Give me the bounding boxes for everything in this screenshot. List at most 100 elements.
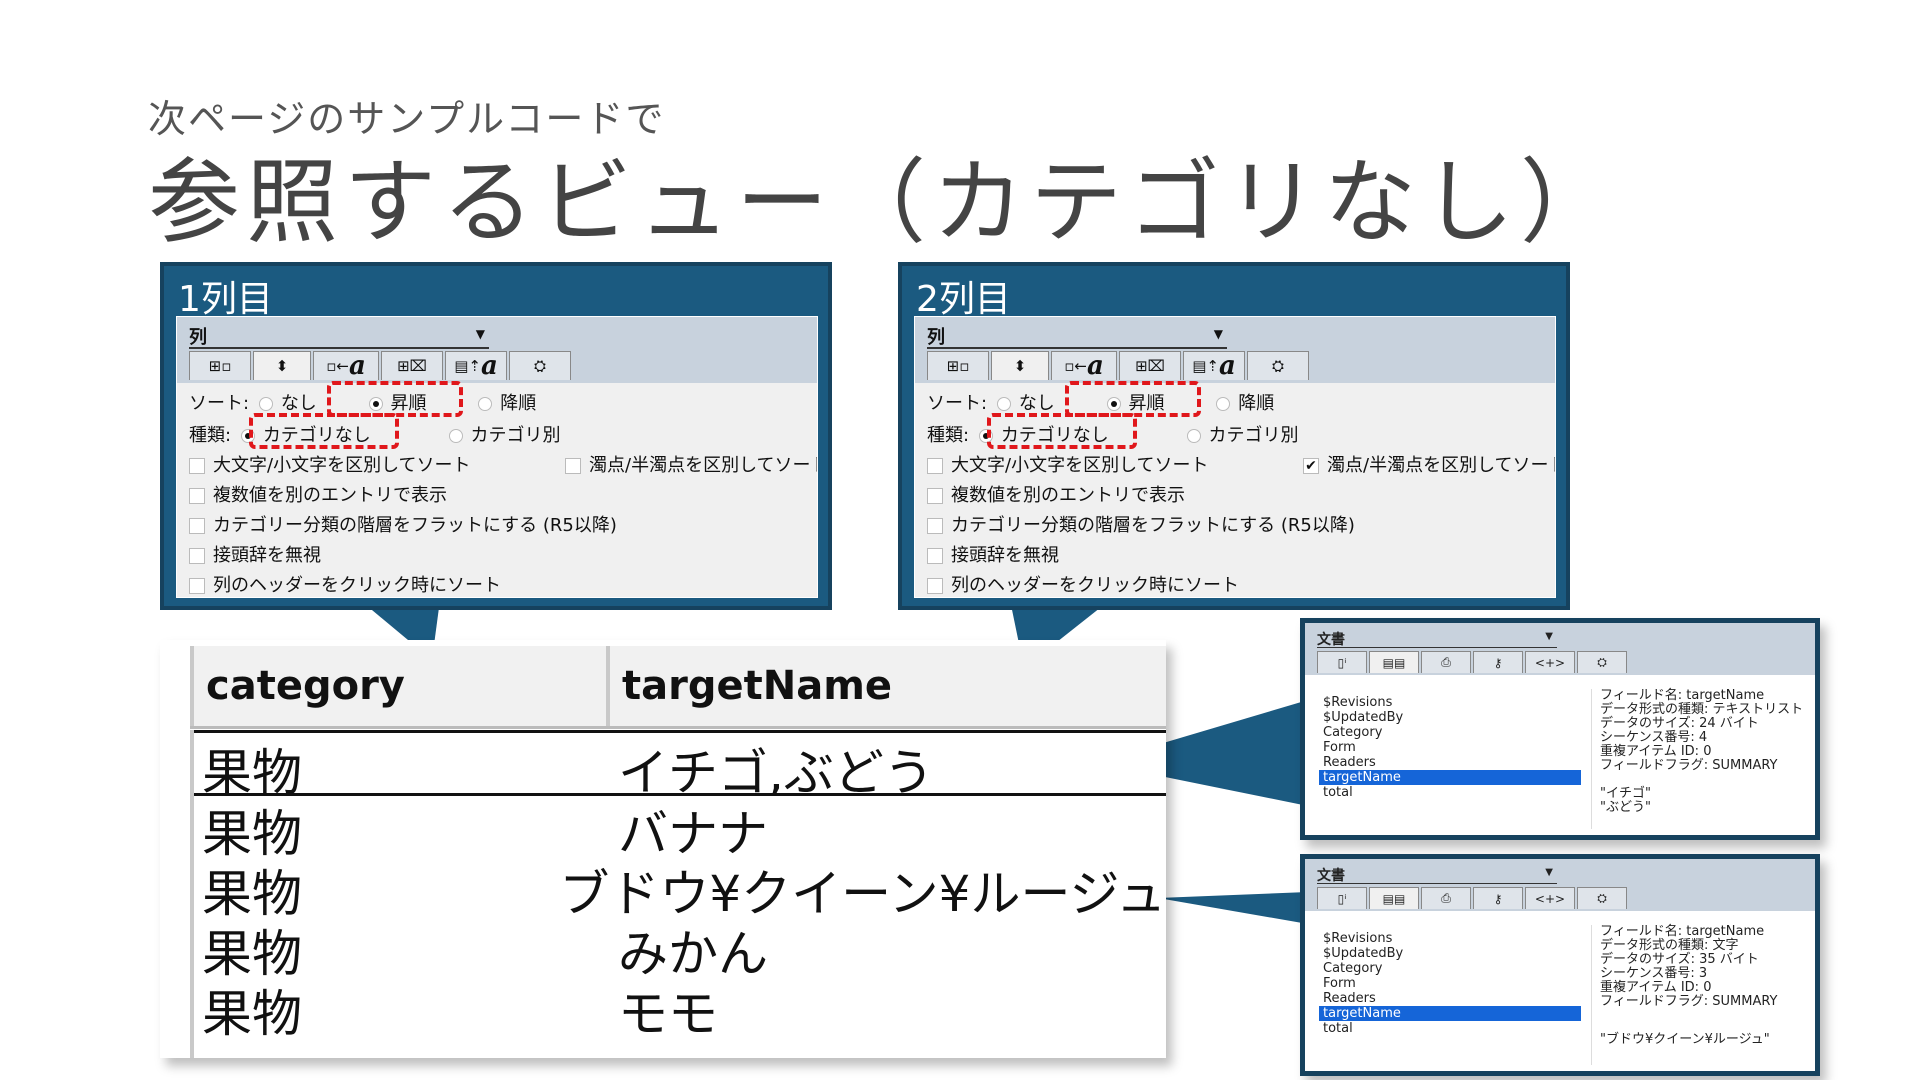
checkbox-case-sensitive[interactable] — [927, 458, 943, 474]
document-type-dropdown[interactable]: 文書 ▼ — [1317, 629, 1557, 648]
table-row[interactable]: 果物 モモ — [194, 974, 1166, 1043]
field-value: "ぶどう" — [1600, 800, 1651, 815]
checkbox-case-sensitive[interactable] — [189, 458, 205, 474]
checkbox-click-header-sort[interactable] — [927, 578, 943, 594]
list-item[interactable]: Category — [1319, 725, 1581, 740]
radio-type-categorized[interactable] — [1186, 429, 1201, 443]
checkbox-accent-sensitive[interactable] — [565, 458, 581, 474]
tab-fields-icon[interactable]: ▤▤ — [1369, 887, 1419, 909]
column-header-targetname[interactable]: targetName — [606, 646, 1166, 726]
radio-type-categorized[interactable] — [448, 429, 463, 443]
checkbox-flatten-categories[interactable] — [927, 518, 943, 534]
list-item[interactable]: Form — [1319, 740, 1581, 755]
tab-html-icon[interactable]: <+> — [1525, 651, 1575, 673]
type-label: 種類: — [189, 425, 232, 446]
table-header: category targetName — [190, 646, 1166, 729]
field-list: $Revisions $UpdatedBy Category Form Read… — [1319, 931, 1581, 1036]
list-item[interactable]: total — [1319, 785, 1581, 800]
column-panel-heading: 2列目 — [916, 279, 1011, 320]
list-item[interactable]: Readers — [1319, 991, 1581, 1006]
tab-info-icon[interactable]: ▯ⁱ — [1317, 887, 1367, 909]
radio-sort-descending[interactable] — [478, 397, 493, 411]
tab-title-font-icon[interactable]: ▤⇡ a — [445, 351, 507, 380]
tab-print-icon[interactable]: ⎙ — [1421, 651, 1471, 673]
list-item[interactable]: Readers — [1319, 755, 1581, 770]
tab-security-icon[interactable]: ⛭ — [1577, 887, 1627, 909]
chevron-down-icon: ▼ — [475, 327, 485, 341]
list-item[interactable]: Category — [1319, 961, 1581, 976]
document-properties-2: 文書 ▼ ▯ⁱ ▤▤ ⎙ ⚷ <+> ⛭ $Revisions $UpdatedB… — [1300, 854, 1820, 1076]
tab-advanced-icon[interactable]: ⛭ — [1247, 351, 1309, 380]
tab-font-icon[interactable]: ▫← a — [313, 351, 379, 380]
field-info: フィールド名: targetName データ形式の種類: 文字 データのサイズ:… — [1591, 925, 1778, 1065]
radio-sort-none[interactable] — [258, 397, 273, 411]
field-list: $Revisions $UpdatedBy Category Form Read… — [1319, 695, 1581, 800]
tab-key-icon[interactable]: ⚷ — [1473, 887, 1523, 909]
field-value: "ブドウ¥クイーン¥ルージュ" — [1600, 1032, 1770, 1047]
checkbox-click-header-sort[interactable] — [189, 578, 205, 594]
column-panel-heading: 1列目 — [178, 279, 273, 320]
tab-sort-icon[interactable]: ⬍ — [991, 351, 1049, 380]
tab-number-format-icon[interactable]: ⊞⌧ — [1119, 351, 1181, 380]
checkbox-ignore-prefix[interactable] — [189, 548, 205, 564]
checkbox-multi-value[interactable] — [927, 488, 943, 504]
callout-pointer-doc2 — [1158, 892, 1308, 924]
document-properties-1: 文書 ▼ ▯ⁱ ▤▤ ⎙ ⚷ <+> ⛭ $Revisions $UpdatedB… — [1300, 618, 1820, 840]
chevron-down-icon: ▼ — [1545, 867, 1553, 878]
field-value: "イチゴ" — [1600, 786, 1651, 801]
document-type-dropdown[interactable]: 文書 ▼ — [1317, 865, 1557, 884]
radio-sort-descending[interactable] — [1216, 397, 1231, 411]
highlight-sort-ascending — [1065, 381, 1201, 417]
tab-font-icon[interactable]: ▫← a — [1051, 351, 1117, 380]
highlight-type-standard — [249, 413, 399, 449]
column-properties-dialog: 列 ▼ ⊞▫ ⬍ ▫← a ⊞⌧ ▤⇡ a ⛭ ソート: なし 昇順 降順 種類: カ… — [176, 316, 818, 598]
chevron-down-icon: ▼ — [1545, 631, 1553, 642]
tab-key-icon[interactable]: ⚷ — [1473, 651, 1523, 673]
field-info: フィールド名: targetName データ形式の種類: テキストリスト データ… — [1591, 689, 1803, 829]
column-properties-dialog: 列 ▼ ⊞▫ ⬍ ▫← a ⊞⌧ ▤⇡ a ⛭ ソート: なし 昇順 降順 種類: カ… — [914, 316, 1556, 598]
list-item[interactable]: $Revisions — [1319, 931, 1581, 946]
properties-tabs: ⊞▫ ⬍ ▫← a ⊞⌧ ▤⇡ a ⛭ — [189, 351, 573, 381]
table-row[interactable]: 果物 バナナ — [194, 794, 1166, 863]
list-item[interactable]: $UpdatedBy — [1319, 946, 1581, 961]
checkbox-multi-value[interactable] — [189, 488, 205, 504]
chevron-down-icon: ▼ — [1213, 327, 1223, 341]
list-item-selected[interactable]: targetName — [1319, 770, 1581, 785]
properties-tabs: ⊞▫ ⬍ ▫← a ⊞⌧ ▤⇡ a ⛭ — [927, 351, 1311, 381]
checkbox-accent-sensitive[interactable]: ✔ — [1303, 458, 1319, 474]
tab-print-icon[interactable]: ⎙ — [1421, 887, 1471, 909]
properties-type-dropdown[interactable]: 列 ▼ — [927, 323, 1227, 349]
tab-advanced-icon[interactable]: ⛭ — [509, 351, 571, 380]
list-item[interactable]: $UpdatedBy — [1319, 710, 1581, 725]
column-header-category[interactable]: category — [190, 646, 606, 726]
column-panel-2: 2列目 列 ▼ ⊞▫ ⬍ ▫← a ⊞⌧ ▤⇡ a ⛭ ソート: なし 昇順 降順 種… — [898, 262, 1570, 610]
list-item[interactable]: Form — [1319, 976, 1581, 991]
list-item[interactable]: total — [1319, 1021, 1581, 1036]
checkbox-flatten-categories[interactable] — [189, 518, 205, 534]
tab-info-icon[interactable]: ▯ⁱ — [1317, 651, 1367, 673]
tab-title-font-icon[interactable]: ▤⇡ a — [1183, 351, 1245, 380]
radio-sort-none[interactable] — [996, 397, 1011, 411]
column-panel-1: 1列目 列 ▼ ⊞▫ ⬍ ▫← a ⊞⌧ ▤⇡ a ⛭ ソート: なし 昇順 降順 種… — [160, 262, 832, 610]
table-row[interactable]: 果物 ブドウ¥クイーン¥ルージュ — [194, 854, 1166, 923]
sort-label: ソート: — [927, 393, 988, 414]
tab-column-info-icon[interactable]: ⊞▫ — [189, 351, 251, 380]
highlight-type-standard — [987, 413, 1137, 449]
list-item[interactable]: $Revisions — [1319, 695, 1581, 710]
tab-fields-icon[interactable]: ▤▤ — [1369, 651, 1419, 673]
properties-type-dropdown[interactable]: 列 ▼ — [189, 323, 489, 349]
tab-html-icon[interactable]: <+> — [1525, 887, 1575, 909]
table-row[interactable]: 果物 みかん — [194, 914, 1166, 983]
tab-column-info-icon[interactable]: ⊞▫ — [927, 351, 989, 380]
tab-security-icon[interactable]: ⛭ — [1577, 651, 1627, 673]
type-label: 種類: — [927, 425, 970, 446]
list-item-selected[interactable]: targetName — [1319, 1006, 1581, 1021]
sort-label: ソート: — [189, 393, 250, 414]
tab-number-format-icon[interactable]: ⊞⌧ — [381, 351, 443, 380]
highlight-sort-ascending — [327, 381, 463, 417]
tab-sort-icon[interactable]: ⬍ — [253, 351, 311, 380]
table-body: 果物 イチゴ,ぶどう 果物 バナナ 果物 ブドウ¥クイーン¥ルージュ 果物 みか… — [190, 730, 1166, 1058]
table-row[interactable]: 果物 イチゴ,ぶどう — [194, 730, 1166, 802]
view-table: category targetName 果物 イチゴ,ぶどう 果物 バナナ 果物… — [160, 640, 1166, 1058]
checkbox-ignore-prefix[interactable] — [927, 548, 943, 564]
